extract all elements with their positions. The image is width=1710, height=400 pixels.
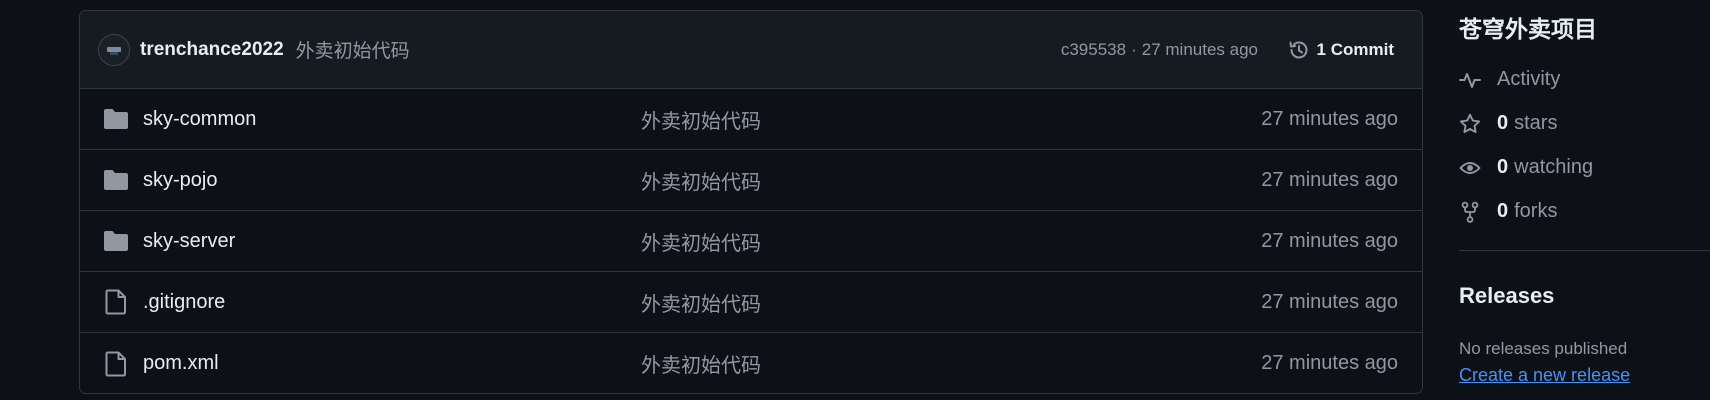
star-icon [1459, 113, 1481, 133]
file-row: sky-pojo 外卖初始代码 27 minutes ago [80, 150, 1422, 211]
commit-count-label: 1 Commit [1316, 39, 1394, 59]
stars-label: stars [1514, 112, 1558, 134]
releases-heading[interactable]: Releases [1459, 283, 1554, 309]
watching-link[interactable]: 0 watching [1459, 156, 1593, 179]
forks-count: 0 [1497, 200, 1509, 222]
file-name-link[interactable]: .gitignore [143, 291, 225, 314]
divider [1459, 250, 1710, 251]
file-icon [103, 289, 129, 315]
file-row: .gitignore 外卖初始代码 27 minutes ago [80, 272, 1422, 333]
latest-commit-header: trenchance2022 外卖初始代码 c395538 · 27 minut… [80, 11, 1422, 89]
file-time: 27 minutes ago [1261, 107, 1398, 130]
create-release-link[interactable]: Create a new release [1459, 365, 1630, 386]
activity-label: Activity [1497, 68, 1561, 90]
commits-link[interactable]: 1 Commit [1287, 11, 1394, 88]
folder-icon [103, 167, 129, 193]
repo-title: 苍穹外卖项目 [1459, 16, 1597, 42]
forks-label: forks [1514, 200, 1558, 222]
file-commit-message[interactable]: 外卖初始代码 [641, 349, 761, 378]
repo-page: trenchance2022 外卖初始代码 c395538 · 27 minut… [0, 0, 1710, 400]
watching-count: 0 [1497, 156, 1509, 178]
commit-meta: c395538 · 27 minutes ago [1061, 11, 1258, 88]
file-commit-message[interactable]: 外卖初始代码 [641, 105, 761, 134]
stars-count: 0 [1497, 112, 1509, 134]
stars-link[interactable]: 0 stars [1459, 112, 1557, 135]
file-commit-message[interactable]: 外卖初始代码 [641, 166, 761, 195]
folder-icon [103, 106, 129, 132]
avatar[interactable] [98, 33, 130, 66]
history-icon [1289, 41, 1307, 58]
commit-message[interactable]: 外卖初始代码 [296, 36, 410, 63]
fork-icon [1461, 201, 1479, 223]
file-commit-message[interactable]: 外卖初始代码 [641, 288, 761, 317]
file-name-link[interactable]: pom.xml [143, 352, 219, 375]
file-icon [103, 351, 129, 377]
file-name-link[interactable]: sky-common [143, 108, 256, 131]
file-browser: trenchance2022 外卖初始代码 c395538 · 27 minut… [79, 10, 1423, 394]
commit-author[interactable]: trenchance2022 [140, 39, 284, 61]
file-row: sky-server 外卖初始代码 27 minutes ago [80, 211, 1422, 272]
file-name-link[interactable]: sky-server [143, 230, 235, 253]
file-time: 27 minutes ago [1261, 290, 1398, 313]
file-time: 27 minutes ago [1261, 352, 1398, 374]
file-time: 27 minutes ago [1261, 168, 1398, 191]
about-sidebar: 苍穹外卖项目 Activity 0 stars 0 watching 0 for… [1459, 0, 1710, 400]
folder-icon [103, 228, 129, 254]
activity-link[interactable]: Activity [1459, 68, 1560, 91]
pulse-icon [1459, 72, 1481, 88]
file-name-link[interactable]: sky-pojo [143, 169, 217, 192]
forks-link[interactable]: 0 forks [1459, 200, 1557, 223]
watching-label: watching [1514, 156, 1594, 178]
file-row: pom.xml 外卖初始代码 27 minutes ago [80, 333, 1422, 393]
file-row: sky-common 外卖初始代码 27 minutes ago [80, 89, 1422, 150]
no-releases-text: No releases published [1459, 339, 1628, 358]
separator: · [1131, 39, 1137, 59]
eye-icon [1459, 161, 1481, 174]
commit-time: 27 minutes ago [1141, 39, 1258, 59]
file-time: 27 minutes ago [1261, 229, 1398, 252]
file-commit-message[interactable]: 外卖初始代码 [641, 227, 761, 256]
avatar-image-icon [99, 34, 129, 65]
commit-hash[interactable]: c395538 [1061, 40, 1126, 60]
